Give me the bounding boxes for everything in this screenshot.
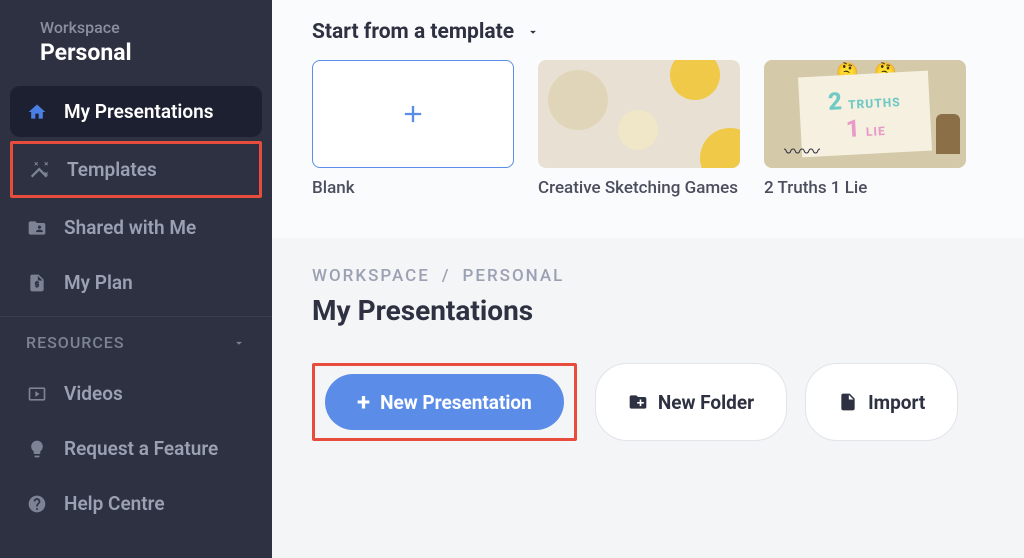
breadcrumb-workspace[interactable]: WORKSPACE bbox=[312, 266, 430, 286]
sidebar-item-request-feature[interactable]: Request a Feature bbox=[10, 423, 262, 474]
chevron-down-icon bbox=[526, 25, 540, 39]
button-label: New Folder bbox=[658, 391, 754, 414]
sidebar-item-my-presentations[interactable]: My Presentations bbox=[10, 86, 262, 137]
template-thumbnail bbox=[538, 60, 740, 168]
sidebar-item-label: Shared with Me bbox=[64, 216, 196, 239]
sidebar: Workspace Personal My Presentations Temp… bbox=[0, 0, 272, 558]
sidebar-item-label: My Presentations bbox=[64, 100, 214, 123]
bulb-icon bbox=[26, 438, 48, 460]
plus-icon bbox=[399, 100, 427, 128]
sidebar-item-my-plan[interactable]: My Plan bbox=[10, 257, 262, 308]
new-folder-button[interactable]: New Folder bbox=[595, 363, 787, 441]
template-name: Blank bbox=[312, 178, 514, 198]
breadcrumb-separator: / bbox=[442, 266, 451, 286]
template-section-header[interactable]: Start from a template bbox=[312, 20, 984, 44]
nav-resources: Videos Request a Feature Help Centre bbox=[0, 368, 272, 529]
template-card-truths[interactable]: 🤔 🤔 2 TRUTHS 1 LIE 〰〰 bbox=[764, 60, 966, 198]
video-icon bbox=[26, 383, 48, 405]
template-thumbnail bbox=[312, 60, 514, 168]
import-button[interactable]: Import bbox=[805, 363, 958, 441]
sidebar-item-label: Request a Feature bbox=[64, 437, 218, 460]
button-label: New Presentation bbox=[380, 391, 532, 414]
new-presentation-button[interactable]: + New Presentation bbox=[325, 374, 564, 430]
workspace-name: Personal bbox=[40, 39, 250, 66]
presentations-section: WORKSPACE / PERSONAL My Presentations + … bbox=[272, 238, 1024, 558]
help-icon bbox=[26, 493, 48, 515]
section-header-label: RESOURCES bbox=[26, 333, 125, 352]
template-section: Start from a template Blank Creative Ske… bbox=[272, 0, 1024, 238]
nav-primary: My Presentations Templates Shared with M… bbox=[0, 86, 272, 308]
action-buttons: + New Presentation New Folder Import bbox=[312, 363, 984, 441]
home-icon bbox=[26, 101, 48, 123]
workspace-label: Workspace bbox=[40, 18, 250, 37]
template-card-blank[interactable]: Blank bbox=[312, 60, 514, 198]
template-name: Creative Sketching Games bbox=[538, 178, 740, 198]
page-title: My Presentations bbox=[312, 294, 984, 327]
template-thumbnail: 🤔 🤔 2 TRUTHS 1 LIE 〰〰 bbox=[764, 60, 966, 168]
template-header-label: Start from a template bbox=[312, 20, 514, 44]
file-dollar-icon bbox=[26, 272, 48, 294]
main-content: Start from a template Blank Creative Ske… bbox=[272, 0, 1024, 558]
chevron-down-icon bbox=[232, 336, 246, 350]
sidebar-item-label: Videos bbox=[64, 382, 123, 405]
highlighted-wrapper: + New Presentation bbox=[312, 363, 577, 441]
template-card-sketching[interactable]: Creative Sketching Games bbox=[538, 60, 740, 198]
sidebar-item-label: Templates bbox=[67, 158, 157, 181]
resources-section-header[interactable]: RESOURCES bbox=[0, 316, 272, 368]
sidebar-item-shared[interactable]: Shared with Me bbox=[10, 202, 262, 253]
folder-plus-icon bbox=[628, 392, 648, 412]
sidebar-item-label: Help Centre bbox=[64, 492, 165, 515]
sidebar-item-help-centre[interactable]: Help Centre bbox=[10, 478, 262, 529]
workspace-header[interactable]: Workspace Personal bbox=[0, 18, 272, 86]
template-cards: Blank Creative Sketching Games 🤔 🤔 bbox=[312, 60, 984, 198]
import-icon bbox=[838, 392, 858, 412]
breadcrumb-current: PERSONAL bbox=[463, 266, 565, 286]
button-label: Import bbox=[868, 391, 925, 414]
sidebar-item-label: My Plan bbox=[64, 271, 133, 294]
template-name: 2 Truths 1 Lie bbox=[764, 178, 966, 198]
sidebar-item-videos[interactable]: Videos bbox=[10, 368, 262, 419]
sidebar-item-templates[interactable]: Templates bbox=[10, 141, 262, 198]
breadcrumb: WORKSPACE / PERSONAL bbox=[312, 266, 984, 286]
wand-icon bbox=[29, 159, 51, 181]
folder-shared-icon bbox=[26, 217, 48, 239]
plus-icon: + bbox=[357, 390, 370, 414]
